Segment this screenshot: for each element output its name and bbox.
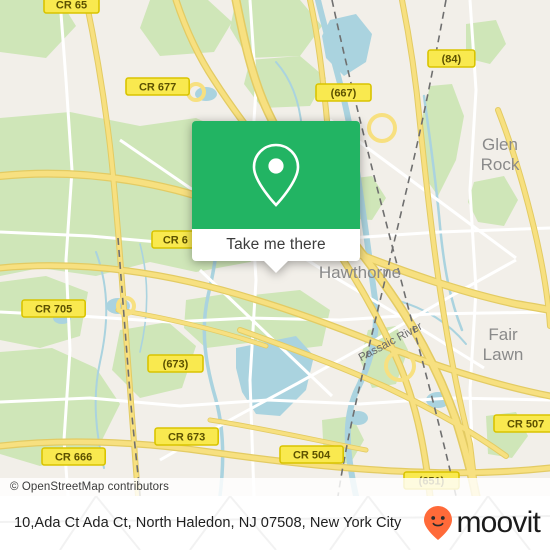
road-shield: (84)	[427, 49, 476, 68]
moovit-pin-smiley-icon	[424, 506, 453, 540]
svg-text:Lawn: Lawn	[483, 345, 524, 364]
place-label: FairLawn	[483, 325, 524, 364]
svg-text:CR 6: CR 6	[163, 235, 188, 247]
moovit-map-screen: CR 65 CR 677 (667) (84) CR 6 CR 705 (673) CR 67…	[0, 0, 550, 550]
road-shield: CR 705	[21, 299, 87, 318]
road-shield: (673)	[147, 354, 204, 373]
svg-text:(673): (673)	[163, 359, 189, 371]
svg-text:Hawthorne: Hawthorne	[319, 263, 401, 282]
svg-text:CR 666: CR 666	[55, 452, 92, 464]
road-shield: CR 673	[154, 427, 220, 446]
moovit-brand[interactable]: moovit	[423, 505, 541, 541]
location-popup[interactable]: Take me there	[192, 121, 360, 273]
popup-pointer-tail	[264, 261, 288, 273]
popup-action-button[interactable]: Take me there	[192, 229, 360, 261]
popup-header	[192, 121, 360, 229]
svg-text:CR 673: CR 673	[168, 432, 205, 444]
svg-text:CR 65: CR 65	[56, 0, 87, 12]
svg-text:Fair: Fair	[488, 325, 518, 344]
place-label: GlenRock	[481, 135, 520, 174]
svg-text:CR 504: CR 504	[293, 450, 331, 462]
svg-text:(84): (84)	[442, 54, 462, 66]
svg-text:CR 677: CR 677	[139, 82, 176, 94]
road-shield: CR 507	[493, 414, 550, 433]
svg-text:Rock: Rock	[481, 155, 520, 174]
road-shield: CR 666	[41, 447, 107, 466]
svg-text:CR 705: CR 705	[35, 304, 72, 316]
map-canvas[interactable]: CR 65 CR 677 (667) (84) CR 6 CR 705 (673) CR 67…	[0, 0, 550, 496]
svg-text:CR 507: CR 507	[507, 419, 544, 431]
road-shield: CR 504	[279, 445, 345, 464]
footer-bar: 10,Ada Ct Ada Ct, North Haledon, NJ 0750…	[0, 496, 550, 550]
road-shield: CR 677	[125, 77, 191, 96]
place-label: Hawthorne	[319, 263, 401, 282]
location-address: 10,Ada Ct Ada Ct, North Haledon, NJ 0750…	[14, 515, 402, 531]
road-shield: CR 65	[43, 0, 100, 14]
svg-text:Glen: Glen	[482, 135, 518, 154]
attribution-text: © OpenStreetMap contributors	[10, 481, 169, 493]
map-pin-icon	[252, 143, 300, 207]
road-shield: (667)	[315, 83, 372, 102]
map-attribution[interactable]: © OpenStreetMap contributors	[0, 478, 550, 496]
moovit-wordmark: moovit	[456, 506, 540, 539]
take-me-there-label: Take me there	[226, 236, 326, 253]
svg-text:(667): (667)	[331, 88, 357, 100]
